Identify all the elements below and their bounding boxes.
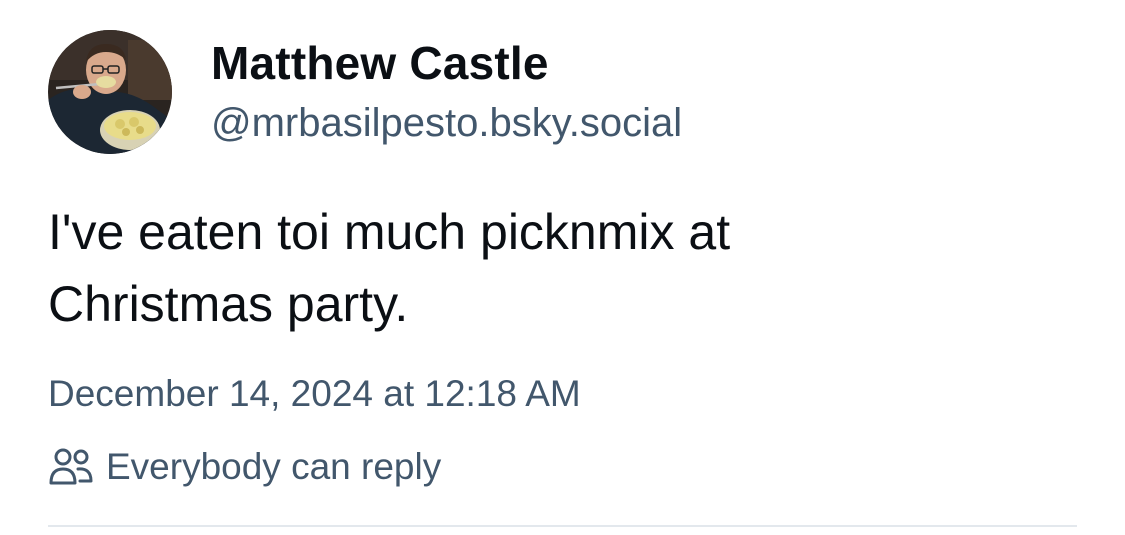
reply-setting-label: Everybody can reply <box>106 446 442 487</box>
author-handle[interactable]: @mrbasilpesto.bsky.social <box>211 101 682 146</box>
author-display-name[interactable]: Matthew Castle <box>211 36 549 90</box>
post-timestamp: December 14, 2024 at 12:18 AM <box>48 373 581 414</box>
post-text-line: I've eaten toi much picknmix at <box>48 204 731 260</box>
people-icon <box>48 444 94 490</box>
reply-setting[interactable]: Everybody can reply <box>48 444 441 490</box>
post-thread-item: Matthew Castle @mrbasilpesto.bsky.social… <box>0 0 1125 535</box>
avatar-photo <box>48 30 172 154</box>
avatar[interactable] <box>48 30 172 154</box>
divider <box>48 525 1077 527</box>
post-text: I've eaten toi much picknmix at Christma… <box>48 196 1048 340</box>
post-text-line: Christmas party. <box>48 276 409 332</box>
